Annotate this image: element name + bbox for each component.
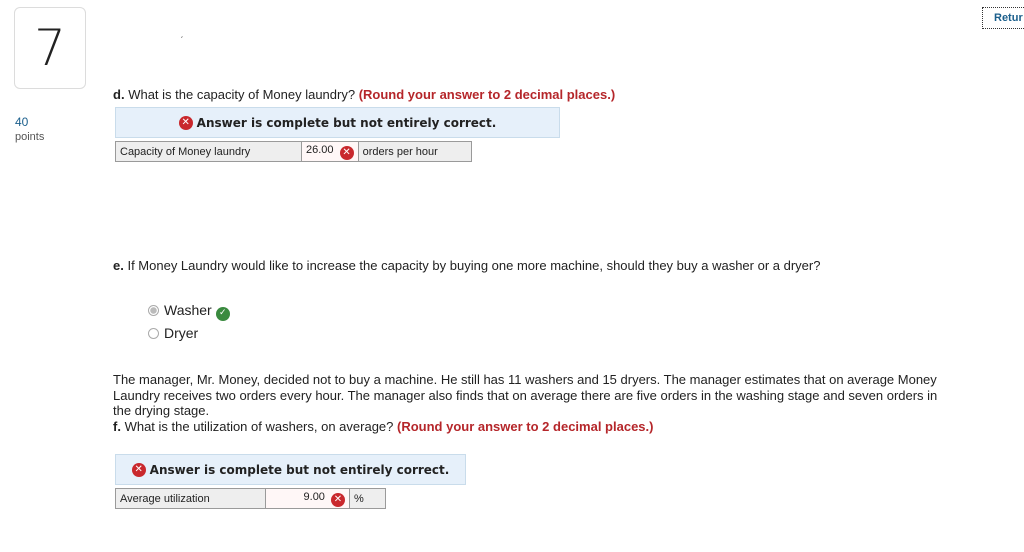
x-circle-icon: ✕ xyxy=(178,115,193,130)
part-d-letter: d. xyxy=(113,87,125,102)
points-label: points xyxy=(15,131,45,143)
part-f-instruction: (Round your answer to 2 decimal places.) xyxy=(397,419,654,434)
part-f-answer-table: Average utilization 9.00 ✕ % xyxy=(115,488,386,509)
part-f-banner-text: Answer is complete but not entirely corr… xyxy=(149,462,450,477)
capacity-value: 26.00 xyxy=(306,143,334,156)
capacity-field[interactable]: 26.00 ✕ xyxy=(301,141,359,162)
scenario-paragraph: The manager, Mr. Money, decided not to b… xyxy=(113,372,938,418)
part-f-feedback-banner: ✕ Answer is complete but not entirely co… xyxy=(115,454,466,485)
part-d-instruction: (Round your answer to 2 decimal places.) xyxy=(358,87,616,102)
part-d-feedback-banner: ✕ Answer is complete but not entirely co… xyxy=(115,107,560,138)
utilization-value: 9.00 xyxy=(303,490,325,503)
part-f-text: What is the utilization of washers, on a… xyxy=(124,419,394,434)
option-washer-label: Washer xyxy=(164,302,212,318)
part-d-question: d. What is the capacity of Money laundry… xyxy=(113,87,993,102)
return-button[interactable]: Retur xyxy=(982,7,1024,29)
capacity-unit: orders per hour xyxy=(357,141,472,162)
utilization-field[interactable]: 9.00 ✕ xyxy=(265,488,350,509)
part-e-text: If Money Laundry would like to increase … xyxy=(127,258,821,273)
points-value: 40 xyxy=(15,115,29,129)
part-e-letter: e. xyxy=(113,258,124,273)
utilization-label: Average utilization xyxy=(115,488,266,509)
x-circle-icon: ✕ xyxy=(331,492,345,507)
part-e-question: e. If Money Laundry would like to increa… xyxy=(113,258,1003,273)
option-dryer-label: Dryer xyxy=(164,325,199,341)
tick-mark: ˏ xyxy=(180,28,184,39)
part-f-question: f. What is the utilization of washers, o… xyxy=(113,419,993,434)
option-dryer[interactable]: Dryer xyxy=(148,325,198,341)
utilization-unit: % xyxy=(349,488,386,509)
part-d-text: What is the capacity of Money laundry? xyxy=(128,87,356,102)
radio-dryer[interactable] xyxy=(148,328,159,339)
part-d-answer-table: Capacity of Money laundry 26.00 ✕ orders… xyxy=(115,141,472,162)
x-circle-icon: ✕ xyxy=(339,145,354,160)
option-washer[interactable]: Washer ✓ xyxy=(148,302,230,321)
part-d-banner-text: Answer is complete but not entirely corr… xyxy=(196,115,497,130)
check-circle-icon: ✓ xyxy=(215,306,230,321)
capacity-label: Capacity of Money laundry xyxy=(115,141,302,162)
radio-washer[interactable] xyxy=(148,305,159,316)
table-row: Average utilization 9.00 ✕ % xyxy=(115,488,386,509)
question-number: 7 xyxy=(14,7,86,89)
table-row: Capacity of Money laundry 26.00 ✕ orders… xyxy=(115,141,472,162)
part-f-letter: f. xyxy=(113,419,121,434)
x-circle-icon: ✕ xyxy=(131,462,146,477)
